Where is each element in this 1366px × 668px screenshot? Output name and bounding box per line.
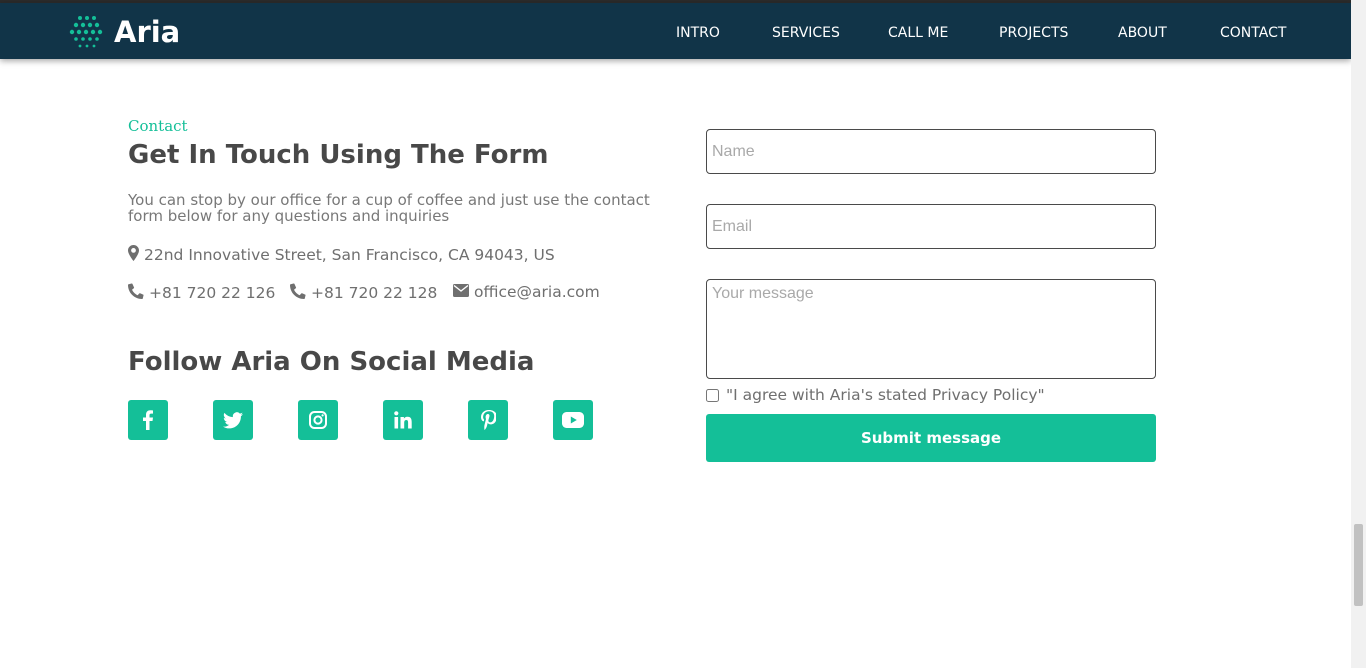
phone-line-2: +81 720 22 128 [289, 283, 438, 303]
instagram-icon [309, 411, 327, 429]
envelope-icon [453, 283, 469, 301]
email-line: office@aria.com [453, 283, 600, 301]
nav-contact[interactable]: CONTACT [1220, 25, 1286, 41]
nav-projects[interactable]: PROJECTS [999, 25, 1068, 41]
instagram-button[interactable] [298, 400, 338, 440]
facebook-button[interactable] [128, 400, 168, 440]
map-marker-icon [128, 245, 139, 265]
message-textarea[interactable] [706, 279, 1156, 379]
submit-button[interactable]: Submit message [706, 414, 1156, 462]
phone-2-text: +81 720 22 128 [311, 284, 438, 302]
email-input[interactable] [706, 204, 1156, 249]
phone-line-1: +81 720 22 126 [127, 283, 276, 303]
nav-call-me[interactable]: CALL ME [888, 25, 948, 41]
facebook-icon [143, 410, 153, 430]
linkedin-button[interactable] [383, 400, 423, 440]
social-title: Follow Aria On Social Media [128, 347, 535, 377]
privacy-label: "I agree with Aria's stated Privacy Poli… [726, 386, 1045, 404]
address-text: 22nd Innovative Street, San Francisco, C… [144, 246, 555, 264]
pinterest-button[interactable] [468, 400, 508, 440]
name-input[interactable] [706, 129, 1156, 174]
linkedin-icon [394, 411, 412, 429]
youtube-button[interactable] [553, 400, 593, 440]
phone-icon [127, 283, 144, 303]
brand-logo[interactable]: Aria [68, 15, 180, 49]
brand-name: Aria [114, 15, 181, 49]
section-tag: Contact [128, 117, 188, 135]
twitter-button[interactable] [213, 400, 253, 440]
scrollbar-thumb[interactable] [1354, 524, 1363, 606]
contact-title: Get In Touch Using The Form [128, 140, 549, 170]
navbar: Aria INTRO SERVICES CALL ME PROJECTS ABO… [0, 3, 1351, 59]
phone-1-text: +81 720 22 126 [149, 284, 276, 302]
address-line: 22nd Innovative Street, San Francisco, C… [128, 245, 555, 265]
pinterest-icon [480, 410, 496, 430]
nav-intro[interactable]: INTRO [676, 25, 720, 41]
contact-intro: You can stop by our office for a cup of … [128, 191, 650, 225]
twitter-icon [223, 411, 243, 428]
youtube-icon [562, 412, 584, 428]
nav-about[interactable]: ABOUT [1118, 25, 1167, 41]
email-text[interactable]: office@aria.com [474, 283, 600, 301]
nav-services[interactable]: SERVICES [772, 25, 840, 41]
privacy-agreement: "I agree with Aria's stated Privacy Poli… [706, 386, 1045, 404]
logo-dots-icon [69, 16, 103, 48]
phone-icon [289, 283, 306, 303]
privacy-checkbox[interactable] [706, 388, 719, 402]
